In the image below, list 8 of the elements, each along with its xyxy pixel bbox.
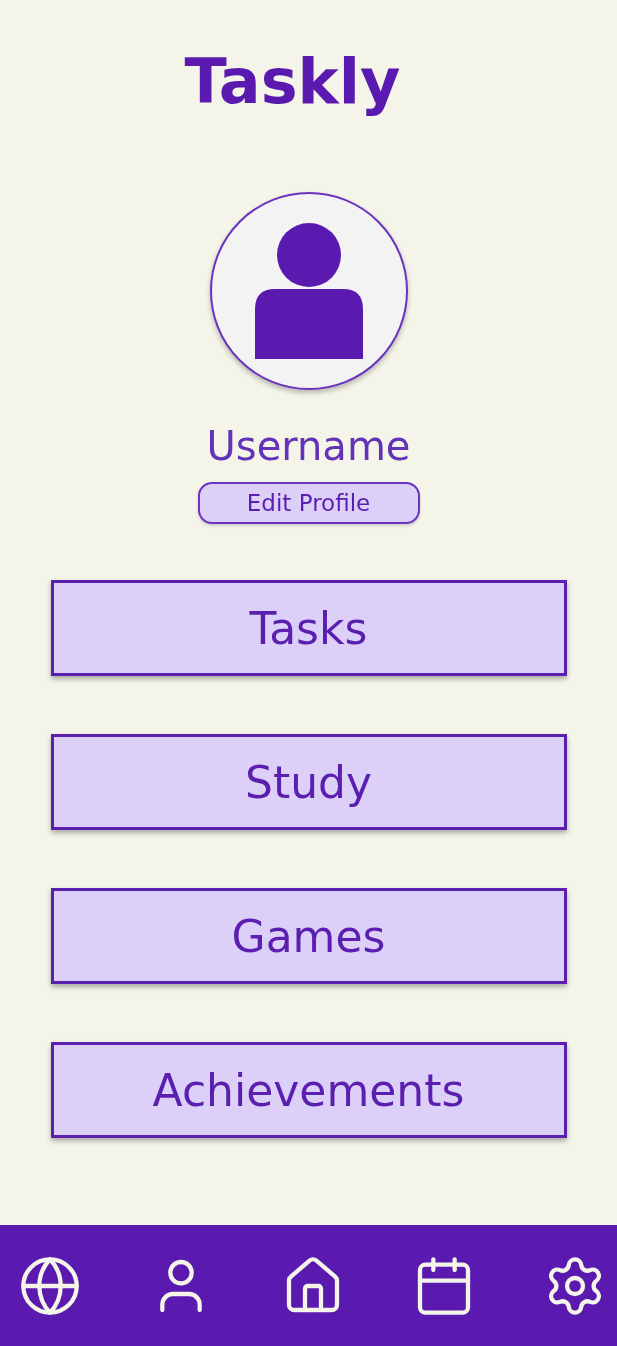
menu-button[interactable]: Achievements — [50, 1042, 567, 1138]
menu-button[interactable]: Games — [50, 888, 567, 984]
app-title: Taskly — [184, 44, 401, 120]
person-icon — [254, 223, 363, 359]
menu-button[interactable]: Tasks — [50, 580, 567, 676]
username: Username — [206, 422, 411, 471]
edit-profile-button[interactable]: Edit Profile — [197, 482, 420, 524]
menu-button[interactable]: Study — [50, 734, 567, 830]
